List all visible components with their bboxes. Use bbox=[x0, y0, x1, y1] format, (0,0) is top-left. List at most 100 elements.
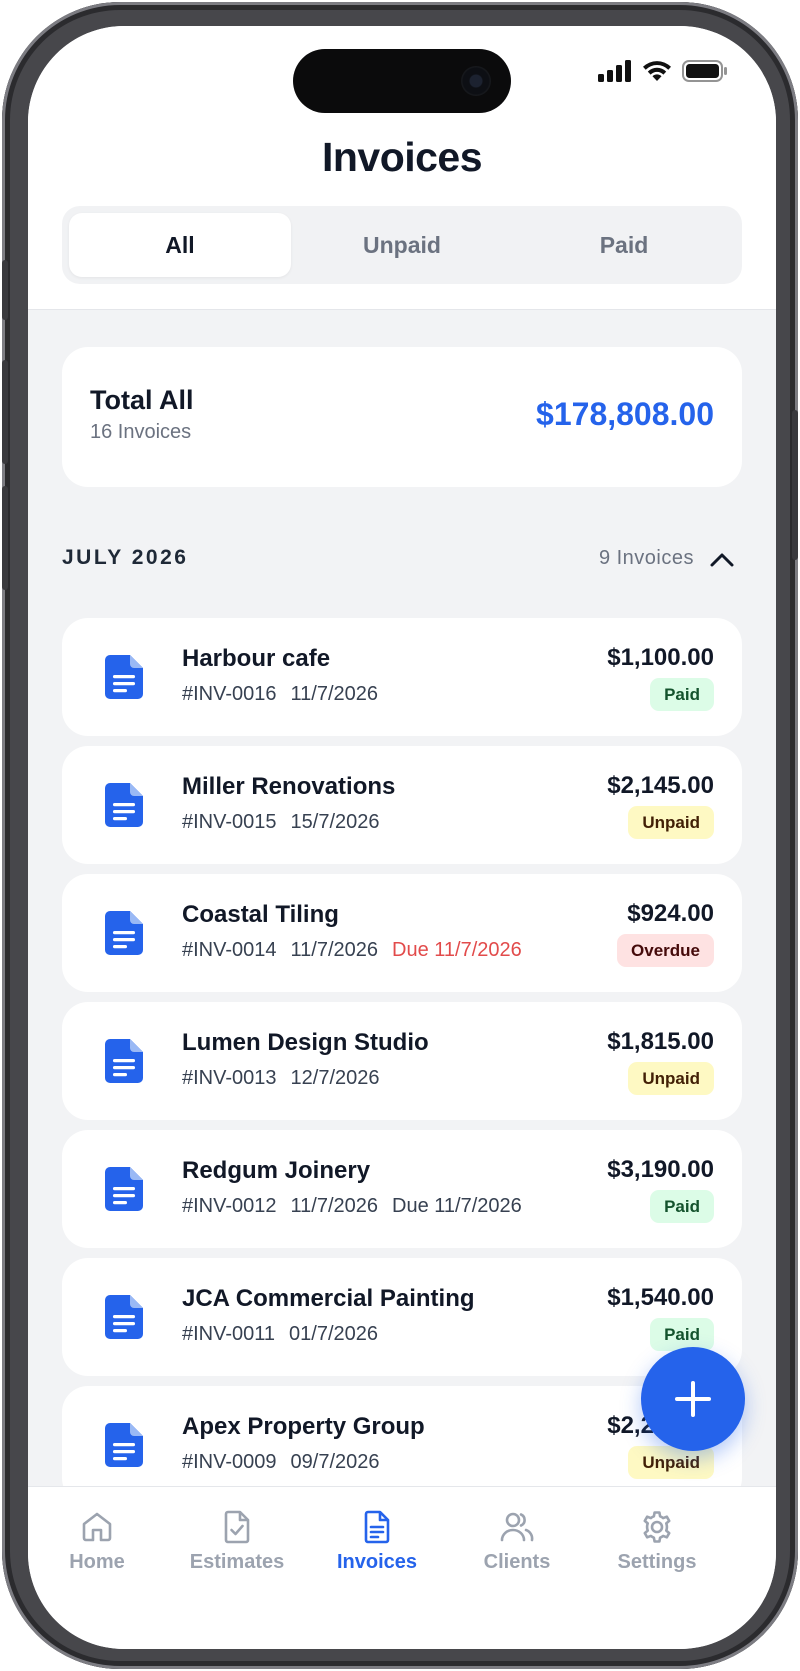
invoice-due-date: Due 11/7/2026 bbox=[392, 1195, 522, 1217]
invoice-amount: $3,190.00 bbox=[607, 1156, 714, 1183]
wifi-icon bbox=[643, 61, 671, 81]
battery-icon bbox=[682, 60, 727, 82]
invoice-card[interactable]: Redgum Joinery #INV-0012 11/7/2026 Due 11/… bbox=[62, 1130, 742, 1248]
client-name: JCA Commercial Painting bbox=[182, 1285, 475, 1312]
status-badge: Paid bbox=[650, 1190, 714, 1223]
page-title: Invoices bbox=[321, 134, 483, 180]
total-summary-card: Total All 16 Invoices $178,808.00 bbox=[62, 347, 742, 487]
clients-icon bbox=[500, 1512, 534, 1542]
invoice-amount: $1,100.00 bbox=[607, 644, 714, 671]
invoice-meta: #INV-0013 12/7/2026 bbox=[182, 1067, 394, 1090]
tab-label: Home bbox=[69, 1551, 125, 1573]
invoice-date: 11/7/2026 bbox=[290, 1195, 379, 1217]
client-name: Lumen Design Studio bbox=[182, 1029, 429, 1056]
volume-up-button bbox=[2, 360, 8, 464]
document-icon bbox=[105, 911, 143, 955]
chevron-up-icon[interactable] bbox=[706, 544, 738, 576]
invoice-card[interactable]: Miller Renovations #INV-0015 15/7/2026 $2… bbox=[62, 746, 742, 864]
tab-label: Clients bbox=[483, 1551, 551, 1573]
estimate-icon bbox=[224, 1510, 250, 1544]
filter-unpaid[interactable]: Unpaid bbox=[291, 213, 513, 277]
tab-clients[interactable]: Clients bbox=[442, 1509, 592, 1574]
invoice-date: 11/7/2026 bbox=[290, 939, 379, 961]
invoice-due-date: Due 11/7/2026 bbox=[392, 939, 522, 961]
invoice-amount: $924.00 bbox=[627, 900, 714, 927]
volume-down-button bbox=[2, 486, 8, 590]
status-badge: Unpaid bbox=[628, 1446, 714, 1479]
document-icon bbox=[105, 1295, 143, 1339]
total-title: Total All bbox=[90, 385, 194, 415]
invoice-date: 11/7/2026 bbox=[290, 683, 379, 705]
invoice-meta: #INV-0011 01/7/2026 bbox=[182, 1323, 392, 1346]
invoice-card[interactable]: Lumen Design Studio #INV-0013 12/7/2026 $… bbox=[62, 1002, 742, 1120]
status-badge: Overdue bbox=[617, 934, 714, 967]
tab-label: Invoices bbox=[336, 1551, 418, 1573]
status-badge: Paid bbox=[650, 1318, 714, 1351]
client-name: Miller Renovations bbox=[182, 773, 396, 800]
month-section-header[interactable]: JULY 2026 9 Invoices bbox=[62, 546, 742, 576]
dynamic-island bbox=[293, 49, 511, 113]
document-icon bbox=[105, 655, 143, 699]
document-icon bbox=[105, 1039, 143, 1083]
status-bar bbox=[28, 26, 776, 136]
invoice-meta: #INV-0012 11/7/2026 Due 11/7/2026 bbox=[182, 1195, 536, 1218]
invoice-meta: #INV-0009 09/7/2026 bbox=[182, 1451, 394, 1474]
status-icons bbox=[598, 60, 728, 82]
tab-label: Settings bbox=[617, 1551, 697, 1573]
status-badge: Unpaid bbox=[628, 1062, 714, 1095]
document-icon bbox=[105, 783, 143, 827]
tab-home[interactable]: Home bbox=[28, 1509, 172, 1574]
document-icon bbox=[105, 1167, 143, 1211]
invoice-amount: $1,540.00 bbox=[607, 1284, 714, 1311]
invoice-card[interactable]: Harbour cafe #INV-0016 11/7/2026 $1,100.0… bbox=[62, 618, 742, 736]
total-amount: $178,808.00 bbox=[536, 396, 714, 432]
filter-paid[interactable]: Paid bbox=[513, 213, 735, 277]
bottom-tab-bar: Home Estimates Invoices Clients Settings bbox=[28, 1486, 776, 1649]
action-button bbox=[2, 260, 8, 320]
invoice-meta: #INV-0014 11/7/2026 Due 11/7/2026 bbox=[182, 939, 536, 962]
camera-icon bbox=[461, 66, 491, 96]
power-button bbox=[792, 410, 798, 560]
invoice-number: #INV-0014 bbox=[182, 939, 277, 961]
invoice-icon bbox=[364, 1510, 390, 1544]
tab-estimates[interactable]: Estimates bbox=[162, 1509, 312, 1574]
status-badge: Paid bbox=[650, 678, 714, 711]
plus-icon bbox=[675, 1381, 711, 1417]
tab-settings[interactable]: Settings bbox=[582, 1509, 732, 1574]
status-badge: Unpaid bbox=[628, 806, 714, 839]
document-icon bbox=[105, 1423, 143, 1467]
invoice-date: 15/7/2026 bbox=[290, 811, 380, 833]
tab-invoices[interactable]: Invoices bbox=[302, 1509, 452, 1574]
phone-frame: Invoices All Unpaid Paid Total All 16 In… bbox=[2, 2, 798, 1669]
filter-segmented-control: All Unpaid Paid bbox=[62, 206, 742, 284]
invoice-amount: $2,145.00 bbox=[607, 772, 714, 799]
invoice-number: #INV-0013 bbox=[182, 1067, 277, 1089]
invoice-number: #INV-0015 bbox=[182, 811, 277, 833]
invoice-meta: #INV-0015 15/7/2026 bbox=[182, 811, 394, 834]
invoice-number: #INV-0011 bbox=[182, 1323, 276, 1345]
client-name: Apex Property Group bbox=[182, 1413, 425, 1440]
home-icon bbox=[82, 1512, 112, 1542]
invoice-number: #INV-0012 bbox=[182, 1195, 277, 1217]
settings-icon bbox=[643, 1511, 671, 1543]
total-invoice-count: 16 Invoices bbox=[90, 421, 192, 443]
section-count: 9 Invoices bbox=[598, 547, 694, 569]
invoice-amount: $1,815.00 bbox=[607, 1028, 714, 1055]
invoice-card[interactable]: Coastal Tiling #INV-0014 11/7/2026 Due 11/… bbox=[62, 874, 742, 992]
section-title: JULY 2026 bbox=[62, 546, 189, 569]
invoice-meta: #INV-0016 11/7/2026 bbox=[182, 683, 392, 706]
invoice-date: 12/7/2026 bbox=[290, 1067, 380, 1089]
signal-icon bbox=[598, 60, 631, 82]
client-name: Harbour cafe bbox=[182, 645, 331, 672]
invoice-date: 09/7/2026 bbox=[290, 1451, 380, 1473]
client-name: Redgum Joinery bbox=[182, 1157, 371, 1184]
filter-all[interactable]: All bbox=[69, 213, 291, 277]
invoice-card[interactable]: JCA Commercial Painting #INV-0011 01/7/20… bbox=[62, 1258, 742, 1376]
invoice-number: #INV-0016 bbox=[182, 683, 277, 705]
screen: Invoices All Unpaid Paid Total All 16 In… bbox=[28, 26, 776, 1649]
add-invoice-button[interactable] bbox=[641, 1347, 745, 1451]
invoice-number: #INV-0009 bbox=[182, 1451, 277, 1473]
client-name: Coastal Tiling bbox=[182, 901, 339, 928]
invoice-date: 01/7/2026 bbox=[289, 1323, 379, 1345]
tab-label: Estimates bbox=[189, 1551, 285, 1573]
